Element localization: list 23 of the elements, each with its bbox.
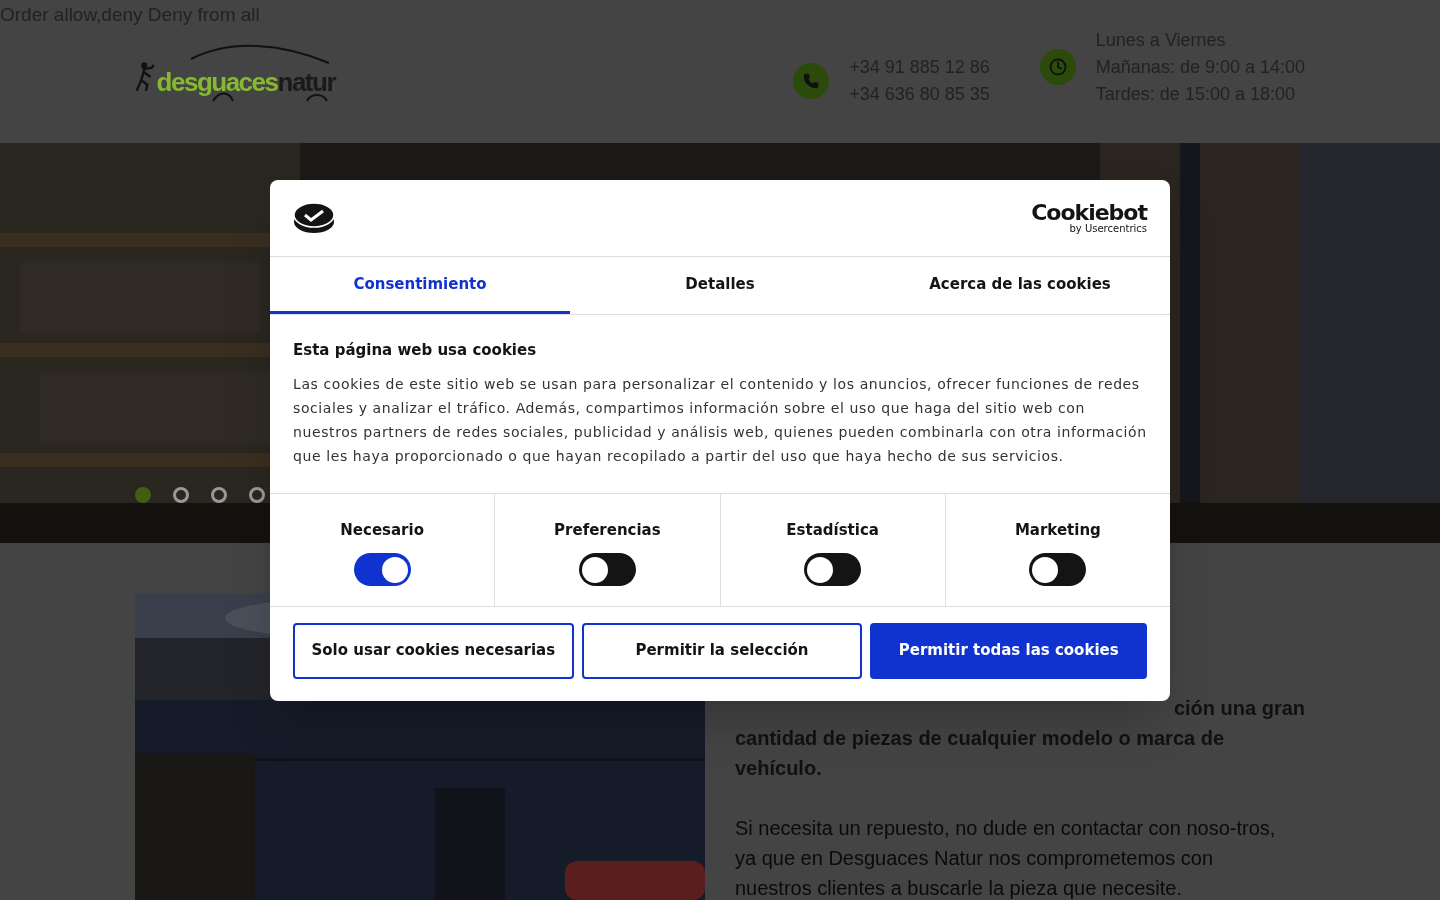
intro-body-text: Si necesita un repuesto, no dude en contactar con noso-tros, ya que en Desguaces Natur nos comprometemos con nuestros clientes a buscarle la pieza que necesite. <box>735 816 1277 900</box>
clock-icon <box>1039 49 1076 85</box>
consent-button[interactable]: Permitir la selección <box>581 622 863 679</box>
toggle-switch[interactable] <box>578 553 636 586</box>
checkmark-badge-icon <box>293 202 335 234</box>
toggle-switch[interactable] <box>1029 553 1087 586</box>
category-label: Marketing <box>1014 519 1101 541</box>
logo-text: desguacesnatur <box>156 69 335 95</box>
dialog-description: Las cookies de este sitio web se usan para personalizar el contenido y los anuncios, ofrecer funciones de redes sociales y analizar el tráfico. Además, compartimos información sobre el uso que haga del sitio web con nuestros partners de redes sociales, publicidad y análisis web, quienes pueden combinarla con otra información que les haya proporcionado o que hayan recopilado a partir del uso que haya hecho de sus servicios. <box>293 374 1147 466</box>
toggle-switch[interactable] <box>804 553 862 586</box>
category-label: Estadística <box>786 519 879 541</box>
brand-name: Cookiebot <box>1031 202 1147 224</box>
toggle-switch[interactable] <box>353 553 411 586</box>
dialog-tab[interactable]: Consentimiento <box>270 257 570 314</box>
phone-icon <box>793 63 830 99</box>
dialog-title: Esta página web usa cookies <box>293 340 538 361</box>
consent-button[interactable]: Permitir todas las cookies <box>870 622 1147 679</box>
dialog-tab[interactable]: Detalles <box>570 257 870 314</box>
category-label: Preferencias <box>554 519 661 541</box>
brand-subtitle: by Usercentrics <box>1069 224 1147 234</box>
consent-button[interactable]: Solo usar cookies necesarias <box>293 622 574 679</box>
category-label: Necesario <box>340 519 424 541</box>
dialog-tab[interactable]: Acerca de las cookies <box>870 257 1170 314</box>
